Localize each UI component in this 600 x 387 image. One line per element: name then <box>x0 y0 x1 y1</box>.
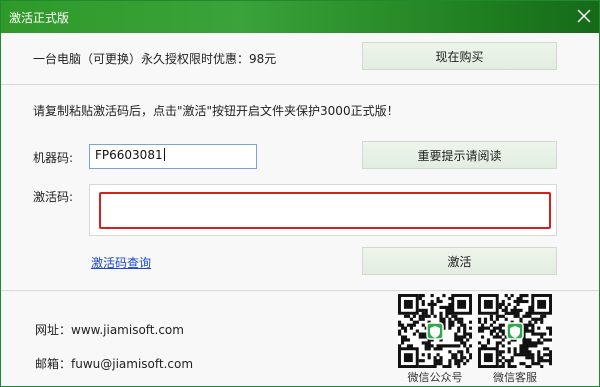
website-text: 网址：www.jiamisoft.com <box>35 323 184 337</box>
activation-code-query-link[interactable]: 激活码查询 <box>91 254 151 271</box>
email-text: 邮箱：fuwu@jiamisoft.com <box>35 357 194 371</box>
activation-code-input[interactable] <box>99 192 551 229</box>
price-text: 一台电脑（可更换）永久授权限时优惠：98元 <box>33 52 277 66</box>
text-caret <box>163 148 165 161</box>
title-bar[interactable]: 激活正式版 <box>1 1 599 33</box>
wechat-service-label: 微信客服 <box>493 371 537 384</box>
activation-code-box <box>89 184 557 236</box>
window-title: 激活正式版 <box>9 11 70 25</box>
activation-section: 请复制粘贴激活码后，点击"激活"按钮开启文件夹保护3000正式版！ 机器码: F… <box>1 86 599 291</box>
machine-code-field[interactable]: FP6603081 <box>89 144 257 169</box>
instruction-text: 请复制粘贴激活码后，点击"激活"按钮开启文件夹保护3000正式版！ <box>33 104 399 118</box>
wechat-public-label: 微信公众号 <box>407 371 463 384</box>
machine-code-label: 机器码: <box>33 151 74 165</box>
close-icon[interactable] <box>573 5 595 27</box>
contact-section: 网址：www.jiamisoft.com 邮箱：fuwu@jiamisoft.c… <box>1 292 599 386</box>
activate-button[interactable]: 激活 <box>362 247 557 275</box>
wechat-service-qr-code <box>478 294 552 368</box>
buy-now-button[interactable]: 现在购买 <box>362 42 557 70</box>
purchase-section: 一台电脑（可更换）永久授权限时优惠：98元 现在购买 <box>1 33 599 85</box>
activation-window: 激活正式版 一台电脑（可更换）永久授权限时优惠：98元 现在购买 请复制粘贴激活… <box>0 0 600 387</box>
important-notice-button[interactable]: 重要提示请阅读 <box>362 141 557 169</box>
machine-code-value: FP6603081 <box>95 148 163 162</box>
activation-code-label: 激活码: <box>33 190 74 204</box>
wechat-public-qr-code <box>398 294 472 368</box>
